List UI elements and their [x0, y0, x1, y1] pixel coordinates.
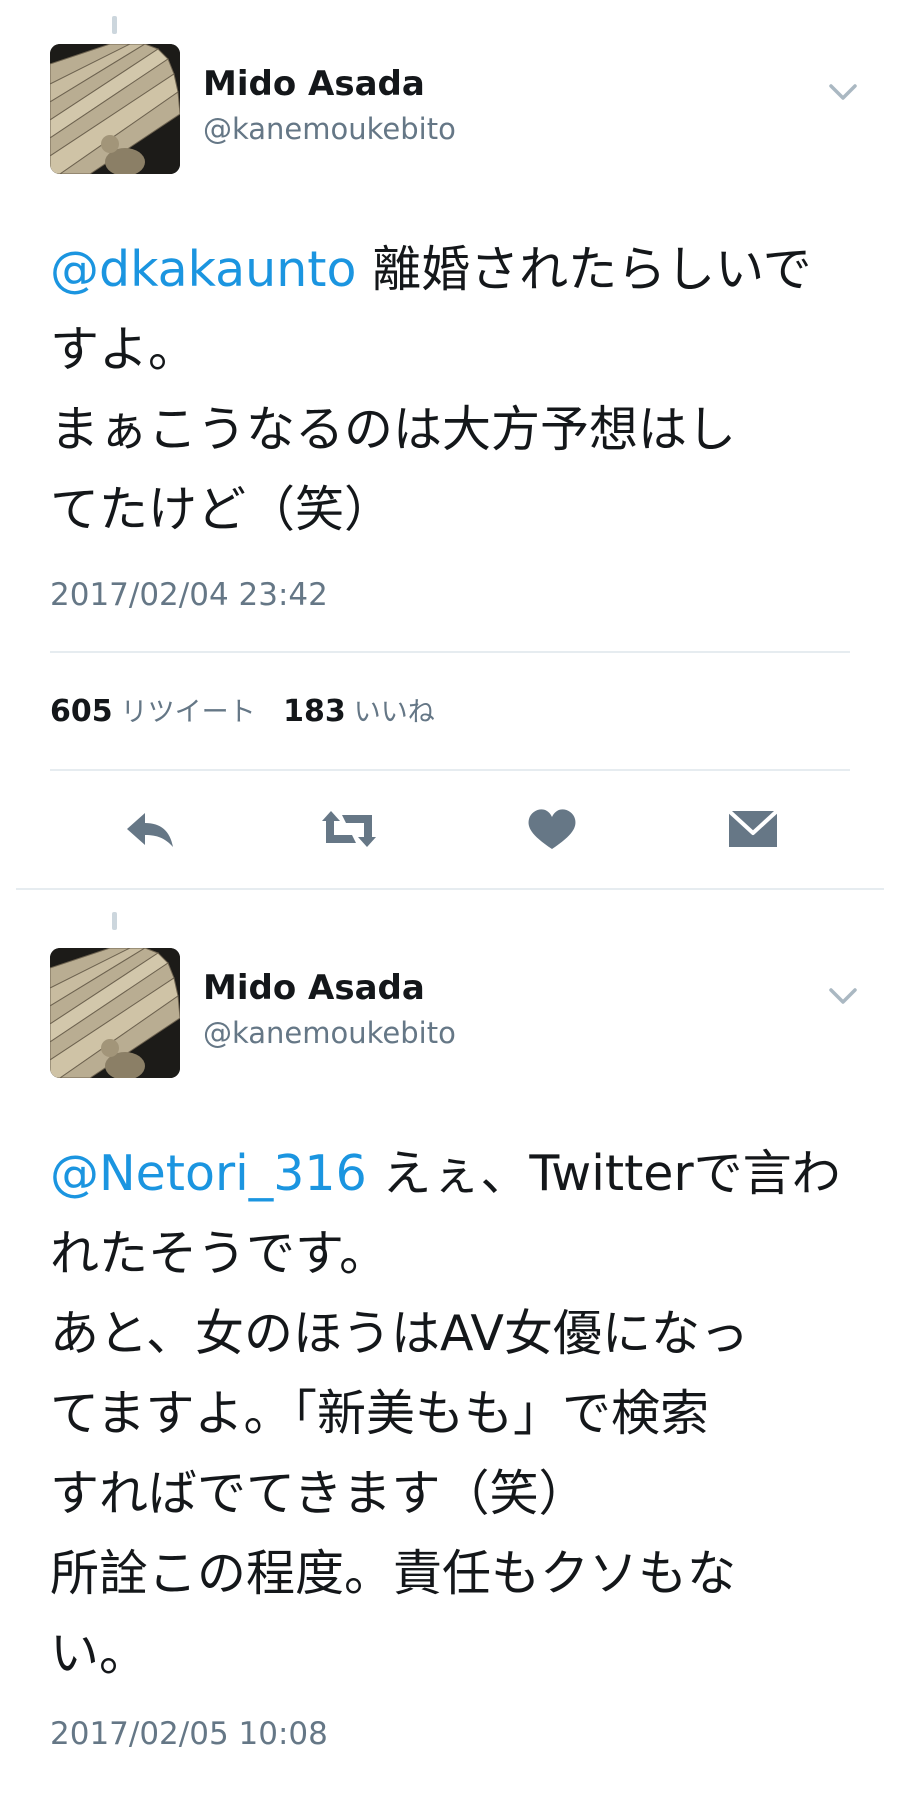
reply-button[interactable]	[123, 805, 177, 853]
author-handle[interactable]: @kanemoukebito	[203, 112, 456, 146]
tweet-line: @Netori_316 えぇ、Twitterで言わ	[50, 1134, 850, 1214]
direct-message-button[interactable]	[726, 805, 780, 853]
mention-link[interactable]: @dkakaunto	[50, 241, 357, 298]
like-label[interactable]: いいね	[354, 697, 435, 728]
tweet-text: @Netori_316 えぇ、Twitterで言わ れたそうです。 あと、女のほ…	[50, 1134, 850, 1694]
chevron-down-icon[interactable]	[825, 978, 861, 1014]
tweet-line: てますよ。「新美もも」で検索	[50, 1385, 710, 1442]
avatar[interactable]	[50, 44, 180, 174]
author-handle[interactable]: @kanemoukebito	[203, 1016, 456, 1050]
like-button[interactable]	[525, 805, 579, 853]
retweet-icon	[322, 811, 376, 847]
mention-link[interactable]: @Netori_316	[50, 1145, 367, 1202]
tweet-line-text: えぇ、Twitterで言わ	[382, 1145, 841, 1202]
divider	[50, 651, 850, 653]
tweet-line: あと、女のほうはAV女優になっ	[50, 1305, 749, 1362]
tweet-line: い。	[50, 1625, 149, 1682]
reply-icon	[127, 813, 173, 847]
tweet-line: すればでてきます（笑）	[50, 1465, 588, 1522]
tweet[interactable]: Mido Asada @kanemoukebito @Netori_316 えぇ…	[0, 890, 900, 1800]
like-count[interactable]: 183	[283, 694, 346, 729]
divider	[50, 769, 850, 771]
thread-connector	[112, 16, 117, 34]
avatar-image	[50, 44, 180, 174]
envelope-icon	[727, 809, 779, 847]
tweet-line: まぁこうなるのは大方予想はし	[50, 401, 737, 458]
author-name[interactable]: Mido Asada	[203, 64, 425, 104]
tweet[interactable]: Mido Asada @kanemoukebito @dkakaunto 離婚さ…	[0, 0, 900, 890]
tweet-text: @dkakaunto 離婚されたらしいで すよ。 まぁこうなるのは大方予想はし …	[50, 230, 850, 550]
tweet-line: てたけど（笑）	[50, 481, 394, 538]
retweet-count[interactable]: 605	[50, 694, 113, 729]
thread-connector	[112, 912, 117, 930]
tweet-line: @dkakaunto 離婚されたらしいで	[50, 230, 850, 310]
tweet-line: すよ。	[50, 321, 198, 378]
avatar-image	[50, 948, 180, 1078]
tweet-line-text: 離婚されたらしいで	[372, 241, 812, 298]
retweet-label[interactable]: リツイート	[121, 697, 256, 728]
heart-icon	[528, 809, 576, 849]
chevron-down-icon[interactable]	[825, 74, 861, 110]
avatar[interactable]	[50, 948, 180, 1078]
tweet-line: れたそうです。	[50, 1225, 389, 1282]
author-name[interactable]: Mido Asada	[203, 968, 425, 1008]
timestamp[interactable]: 2017/02/04 23:42	[50, 577, 328, 613]
engagement-stats: 605 リツイート 183 いいね	[50, 690, 453, 729]
tweet-line: 所詮この程度。責任もクソもな	[50, 1545, 737, 1602]
retweet-button[interactable]	[318, 805, 380, 853]
timestamp[interactable]: 2017/02/05 10:08	[50, 1716, 328, 1752]
